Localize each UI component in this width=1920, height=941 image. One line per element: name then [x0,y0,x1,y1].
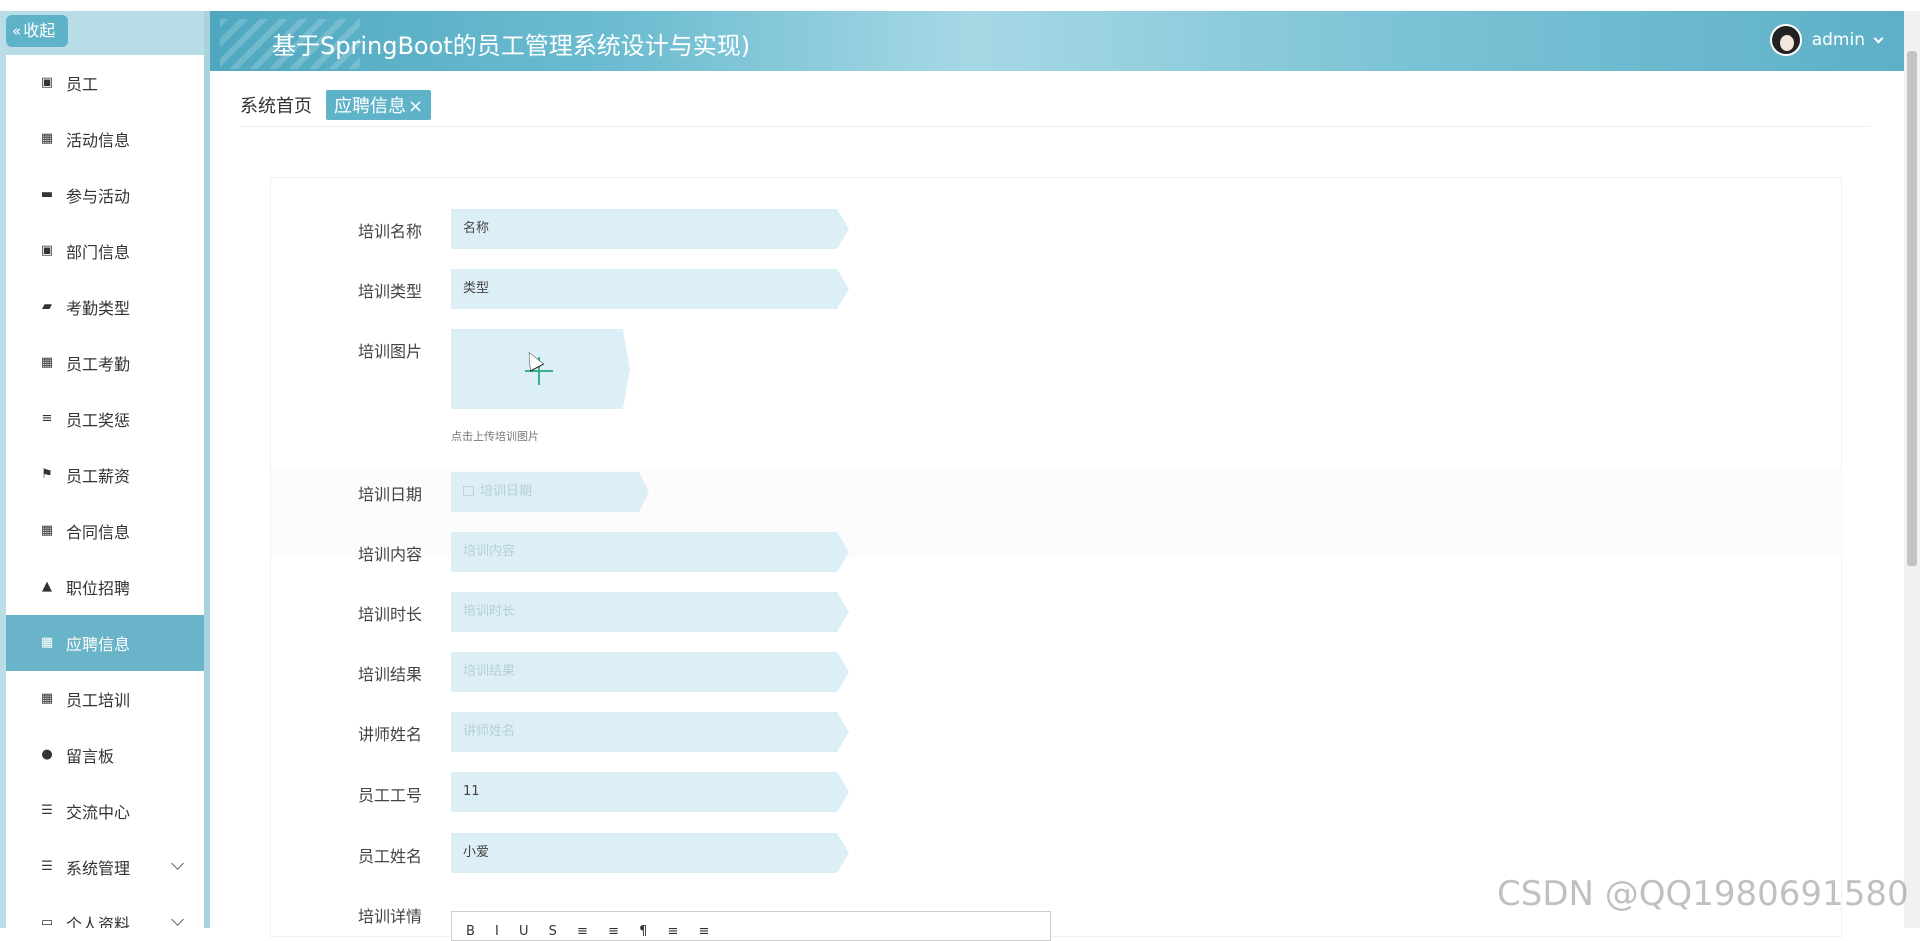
chevron-down-icon [171,913,184,926]
chevron-down-icon [1873,33,1884,43]
sidebar-item-4[interactable]: ▣ 部门信息 [6,223,204,279]
training-duration-label: 培训时长 [358,605,423,624]
card-icon: ▭ [40,915,54,929]
training-detail-label: 培训详情 [358,907,423,926]
sidebar-item-5[interactable]: ▰ 考勤类型 [6,279,204,335]
sidebar-item-label: 参与活动 [66,187,131,206]
breadcrumb-tabs: 系统首页 应聘信息 × [240,90,432,120]
flag-icon: ⚑ [41,467,53,482]
date-placeholder: 培训日期 [480,484,533,499]
sidebar-item-label: 员工奖惩 [66,411,131,430]
employee-number-label: 员工工号 [358,786,423,805]
sidebar-item-label: 部门信息 [66,243,131,262]
watermark: CSDN @QQ1980691580 [1497,874,1909,914]
sidebar-item-label: 应聘信息 [66,635,131,654]
tab-active-label: 应聘信息 [334,96,406,117]
pin-icon: ● [41,747,53,762]
upload-tip: 点击上传培训图片 [451,430,539,443]
apps-icon: ▦ [40,523,54,538]
teacher-name-input[interactable]: 讲师姓名 [451,712,849,752]
grid-icon: ▦ [40,131,54,146]
calendar-icon [463,486,474,496]
training-image-label: 培训图片 [358,342,423,361]
top-header: 基于SpringBoot的员工管理系统设计与实现) admin [210,11,1904,71]
employee-name-label: 员工姓名 [358,847,423,866]
sidebar-item-label: 员工薪资 [66,467,131,486]
sidebar-menu: ▣ 员工 ▦ 活动信息 ▬ 参与活动 ▣ 部门信息 ▰ 考勤类型 ▦ 员工考勤 ≡ 员工奖惩 ⚑ 员工薪资 ▦ 合… [6,55,204,928]
close-icon[interactable]: × [408,96,423,117]
sidebar-item-label: 员工培训 [66,691,131,710]
page-scrollbar[interactable] [1904,11,1920,928]
training-name-input[interactable]: 名称 [451,209,849,249]
user-menu[interactable]: admin [1769,24,1884,56]
sidebar-item-11[interactable]: ▦ 应聘信息 [6,615,204,671]
sidebar-item-label: 职位招聘 [66,579,131,598]
sidebar-item-2[interactable]: ▦ 活动信息 [6,111,204,167]
training-type-label: 培训类型 [358,282,423,301]
sidebar-item-7[interactable]: ≡ 员工奖惩 [6,391,204,447]
menu-icon: ☰ [41,859,53,874]
employee-number-input[interactable]: 11 [451,772,849,812]
training-date-input[interactable]: 培训日期 [451,472,649,512]
rich-text-editor[interactable]: B I U S ≡ ≡ ¶ ≡ ≡ [451,911,1051,941]
collapse-label: 收起 [23,21,56,40]
grid-icon: ▦ [40,355,54,370]
sidebar-item-label: 考勤类型 [66,299,131,318]
training-content-input[interactable]: 培训内容 [451,532,849,572]
editor-toolbar[interactable]: B I U S ≡ ≡ ¶ ≡ ≡ [466,924,717,939]
sidebar-item-label: 留言板 [66,747,115,766]
username: admin [1811,30,1865,50]
training-name-label: 培训名称 [358,222,423,241]
sidebar-item-label: 合同信息 [66,523,131,542]
training-duration-input[interactable]: 培训时长 [451,592,849,632]
sidebar-item-label: 交流中心 [66,803,131,822]
sidebar-item-12[interactable]: ▦ 员工培训 [6,671,204,727]
sidebar-item-3[interactable]: ▬ 参与活动 [6,167,204,223]
training-date-label: 培训日期 [358,485,423,504]
sidebar-item-1[interactable]: ▣ 员工 [6,55,204,111]
training-content-label: 培训内容 [358,545,423,564]
top-strip [0,0,1920,11]
grid-icon: ▦ [40,691,54,706]
sidebar-item-label: 员工 [66,75,99,94]
sidebar-item-15[interactable]: ☰ 系统管理 [6,839,204,895]
sidebar-item-8[interactable]: ⚑ 员工薪资 [6,447,204,503]
monitor-icon: ▬ [40,187,54,202]
training-result-label: 培训结果 [358,665,423,684]
tab-active[interactable]: 应聘信息 × [326,90,432,120]
list-icon: ☰ [41,803,53,818]
teacher-name-label: 讲师姓名 [358,725,423,744]
training-result-input[interactable]: 培训结果 [451,652,849,692]
sidebar-item-label: 员工考勤 [66,355,131,374]
sidebar-item-14[interactable]: ☰ 交流中心 [6,783,204,839]
user-icon: ▲ [42,579,52,594]
sidebar-item-6[interactable]: ▦ 员工考勤 [6,335,204,391]
scrollbar-thumb[interactable] [1907,51,1917,566]
tab-home[interactable]: 系统首页 [240,92,312,118]
training-type-input[interactable]: 类型 [451,269,849,309]
sidebar-item-9[interactable]: ▦ 合同信息 [6,503,204,559]
tabs-divider [240,126,1870,127]
employee-name-input[interactable]: 小爱 [451,833,849,873]
app-title: 基于SpringBoot的员工管理系统设计与实现) [272,32,751,60]
collapse-button[interactable]: «收起 [6,15,68,47]
sidebar-item-13[interactable]: ● 留言板 [6,727,204,783]
clipboard-x-icon: ▣ [40,243,54,258]
sidebar-item-label: 活动信息 [66,131,131,150]
chevron-down-icon [171,857,184,870]
sidebar-item-label: 系统管理 [66,859,131,878]
avatar [1769,24,1802,56]
double-chevron-left-icon: « [12,22,22,40]
sidebar-item-label: 个人资料 [66,915,131,928]
sidebar: «收起 ▣ 员工 ▦ 活动信息 ▬ 参与活动 ▣ 部门信息 ▰ 考勤类型 ▦ 员工考勤 ≡ 员工奖惩 ⚑ 员工… [0,11,210,928]
sidebar-edge [204,11,210,928]
grid-icon: ▦ [40,635,54,650]
sidebar-item-10[interactable]: ▲ 职位招聘 [6,559,204,615]
clipboard-check-icon: ▣ [40,75,54,90]
sidebar-item-16[interactable]: ▭ 个人资料 [6,895,204,928]
briefcase-icon: ▰ [42,299,52,314]
sliders-icon: ≡ [41,411,53,426]
